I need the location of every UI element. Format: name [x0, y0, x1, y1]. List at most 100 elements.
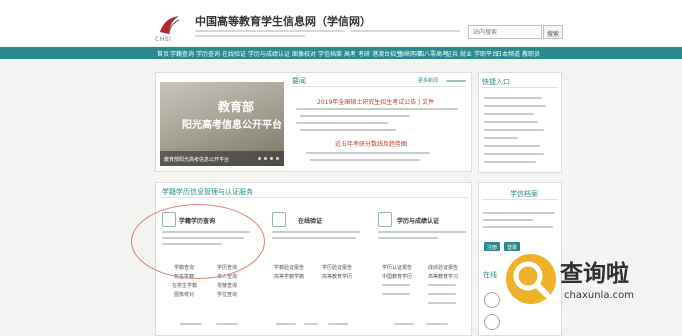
- main-nav: 首页 学籍查询 学历查询 在线验证 学历与成绩认证 图像校对 学信档案 高考 考…: [0, 47, 682, 59]
- site-name[interactable]: 中国高等教育学生信息网（学信网）: [195, 13, 371, 29]
- archive-title: 学信档案: [510, 190, 538, 198]
- services-title: 学籍学历信息管理与认证服务: [162, 188, 253, 196]
- link-degree-verify-report[interactable]: 学历验证报告: [322, 264, 352, 271]
- service-footer-link[interactable]: [304, 323, 318, 325]
- quick-entry-link[interactable]: [484, 97, 542, 99]
- nav-item-degree-query[interactable]: 学历查询: [196, 49, 220, 58]
- watermark-url: chaxunla.com: [564, 290, 634, 301]
- link-status-verify-report[interactable]: 学籍验证报告: [274, 264, 304, 271]
- quick-entry-link[interactable]: [484, 153, 544, 155]
- news-line[interactable]: [296, 108, 458, 110]
- nav-item-480[interactable]: 四八零高考: [418, 49, 448, 58]
- certification-icon: [378, 212, 392, 227]
- news-headline[interactable]: 近五年考研分数线及趋势图: [335, 139, 407, 148]
- nav-item-japan[interactable]: 日本频道: [496, 49, 520, 58]
- link-photo-check[interactable]: 图像校对: [174, 291, 194, 298]
- card-desc: [378, 237, 438, 239]
- nav-item-student-status[interactable]: 学籍查询: [170, 49, 194, 58]
- card-desc: [272, 231, 360, 233]
- news-title: 要闻: [292, 77, 306, 85]
- nav-item-home[interactable]: 首页: [157, 49, 169, 58]
- nav-item-certification[interactable]: 学历与成绩认证: [248, 49, 290, 58]
- news-line[interactable]: [310, 159, 420, 161]
- archive-desc: [483, 226, 553, 228]
- link-higher-status[interactable]: 高等学籍学籍: [274, 273, 304, 280]
- news-line[interactable]: [300, 129, 396, 131]
- nav-item-career[interactable]: 学职平台: [474, 49, 498, 58]
- logo-code: CHSI: [155, 36, 172, 43]
- quick-entry-link[interactable]: [484, 105, 546, 107]
- news-banner-image[interactable]: 教育部 阳光高考信息公开平台 教育部阳光高考信息公开平台: [160, 82, 284, 166]
- banner-caption: 教育部阳光高考信息公开平台: [164, 157, 230, 163]
- quick-entry-link[interactable]: [484, 121, 538, 123]
- nav-item-photo-check[interactable]: 图像校对: [292, 49, 316, 58]
- service-link[interactable]: [382, 293, 410, 295]
- chsi-logo-icon[interactable]: [158, 14, 180, 36]
- watermark-magnifier-icon: [506, 254, 556, 304]
- quick-divider: [482, 87, 558, 88]
- carousel-dot[interactable]: [276, 157, 279, 160]
- carousel-dot[interactable]: [264, 157, 267, 160]
- link-degree-cert-report[interactable]: 学历认证报告: [382, 264, 412, 271]
- nav-item-online-verify[interactable]: 在线验证: [222, 49, 246, 58]
- card-title-online-verify[interactable]: 在线验证: [298, 216, 322, 225]
- service-round-icon[interactable]: [484, 292, 500, 308]
- service-footer-link[interactable]: [216, 323, 238, 325]
- service-footer-link[interactable]: [394, 323, 414, 325]
- carousel-dot[interactable]: [258, 157, 261, 160]
- quick-entry-link[interactable]: [484, 145, 540, 147]
- link-casual-query[interactable]: 零散查询: [217, 282, 237, 289]
- nav-item-conscription[interactable]: 征兵: [446, 49, 458, 58]
- quick-entry-link[interactable]: [484, 137, 518, 139]
- service-footer-link[interactable]: [276, 323, 296, 325]
- quick-entry-link[interactable]: [484, 113, 534, 115]
- service-footer-link[interactable]: [426, 323, 448, 325]
- site-tagline-text: [195, 35, 305, 37]
- service-round-icon[interactable]: [484, 314, 500, 330]
- card-title-certification[interactable]: 学历与成绩认证: [397, 216, 439, 225]
- nav-item-employment[interactable]: 就业: [460, 49, 472, 58]
- quick-entry-link[interactable]: [484, 161, 536, 163]
- archive-desc: [483, 212, 555, 214]
- service-footer-link[interactable]: [328, 323, 348, 325]
- register-label: 注册: [486, 245, 497, 251]
- news-tab-link[interactable]: [446, 80, 466, 82]
- nav-item-archive[interactable]: 学信档案: [318, 49, 342, 58]
- site-tagline-text: [195, 30, 345, 32]
- search-button[interactable]: 搜索: [543, 25, 563, 39]
- service-link[interactable]: [428, 302, 456, 304]
- banner-subtitle: 阳光高考信息公开平台: [182, 120, 282, 131]
- link-academic-degree-query[interactable]: 学位查询: [217, 291, 237, 298]
- service-footer-link[interactable]: [180, 323, 202, 325]
- news-divider: [292, 86, 467, 87]
- link-in-school-status[interactable]: 在校生学籍: [172, 282, 197, 289]
- nav-item-gaokao[interactable]: 高考: [344, 49, 356, 58]
- site-tagline-text: [350, 30, 460, 32]
- annotation-circle: [131, 204, 265, 279]
- link-higher-degree[interactable]: 高等教育学历: [322, 273, 352, 280]
- news-line[interactable]: [296, 122, 388, 124]
- quick-entry-link[interactable]: [484, 129, 544, 131]
- archive-desc: [483, 219, 533, 221]
- news-line[interactable]: [300, 115, 410, 117]
- search-input[interactable]: [468, 25, 542, 39]
- archive-divider: [482, 199, 558, 200]
- services-divider: [160, 197, 468, 198]
- service-link[interactable]: [428, 284, 456, 286]
- card-desc: [378, 231, 466, 233]
- verify-icon: [272, 212, 286, 227]
- news-line[interactable]: [306, 152, 430, 154]
- link-higher-learning[interactable]: 高等教育学习: [428, 273, 458, 280]
- nav-item-staff[interactable]: 教职员: [522, 49, 540, 58]
- link-china-degree[interactable]: 中国教育学历: [382, 273, 412, 280]
- nav-item-kaoyan[interactable]: 考研: [358, 49, 370, 58]
- watermark-brand: 查询啦: [560, 261, 629, 287]
- more-news-link[interactable]: 更多新闻: [418, 77, 438, 84]
- news-headline[interactable]: 2019年全国硕士研究生招生考试公告 | 文件: [317, 97, 434, 106]
- carousel-dot[interactable]: [270, 157, 273, 160]
- link-grade-verify-report[interactable]: 成绩验证报告: [428, 264, 458, 271]
- register-button[interactable]: 注册: [484, 242, 500, 251]
- service-link[interactable]: [382, 284, 410, 286]
- login-button[interactable]: 登录: [504, 242, 520, 251]
- service-link[interactable]: [428, 293, 456, 295]
